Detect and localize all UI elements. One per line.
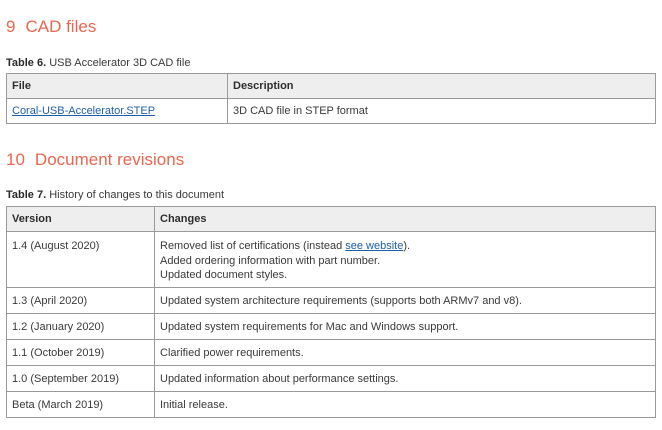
revision-history-table: Version Changes 1.4 (August 2020) Remove… — [6, 206, 656, 418]
table-caption: Table 6. USB Accelerator 3D CAD file — [6, 57, 190, 69]
column-header-description: Description — [227, 73, 656, 99]
table-cell-changes: Removed list of certifications (instead … — [154, 231, 656, 288]
table-row: Beta (March 2019) Initial release. — [6, 391, 656, 418]
section-heading-document-revisions: 10 Document revisions — [6, 150, 184, 170]
change-line: Updated document styles. — [160, 269, 288, 281]
table-header-row: Version Changes — [6, 206, 656, 232]
table-cell-version: 1.0 (September 2019) — [6, 365, 155, 392]
change-text: ). — [403, 240, 411, 252]
table-row: 1.0 (September 2019) Updated information… — [6, 365, 656, 392]
cad-files-table: File Description Coral-USB-Accelerator.S… — [6, 73, 656, 124]
change-line: Removed list of certifications (instead … — [160, 239, 650, 254]
table-cell-changes: Updated system architecture requirements… — [154, 287, 656, 314]
table-cell-changes: Updated system requirements for Mac and … — [154, 313, 656, 340]
change-line: Added ordering information with part num… — [160, 254, 381, 267]
section-title: CAD files — [25, 17, 97, 36]
table-cell-changes: Updated information about performance se… — [154, 365, 656, 392]
column-header-version: Version — [6, 206, 155, 232]
table-row: 1.1 (October 2019) Clarified power requi… — [6, 339, 656, 366]
table-cell-description: 3D CAD file in STEP format — [227, 98, 656, 124]
cad-file-link[interactable]: Coral-USB-Accelerator.STEP — [12, 105, 155, 117]
table-cell-file: Coral-USB-Accelerator.STEP — [6, 98, 228, 124]
table-row: Coral-USB-Accelerator.STEP 3D CAD file i… — [6, 98, 656, 124]
table-cell-version: 1.4 (August 2020) — [6, 231, 155, 288]
see-website-link[interactable]: see website — [345, 240, 403, 252]
table-header-row: File Description — [6, 73, 656, 99]
section-title: Document revisions — [34, 150, 185, 169]
table-cell-version: 1.2 (January 2020) — [6, 313, 155, 340]
table-row: 1.4 (August 2020) Removed list of certif… — [6, 231, 656, 288]
section-number: 9 — [6, 17, 16, 36]
table-cell-changes: Initial release. — [154, 391, 656, 418]
table-cell-version: Beta (March 2019) — [6, 391, 155, 418]
table-caption: Table 7. History of changes to this docu… — [6, 189, 224, 201]
table-caption-label: Table 7. — [6, 189, 47, 201]
table-cell-changes: Clarified power requirements. — [154, 339, 656, 366]
table-caption-text: USB Accelerator 3D CAD file — [49, 57, 191, 69]
section-number: 10 — [6, 150, 25, 169]
table-cell-version: 1.1 (October 2019) — [6, 339, 155, 366]
table-row: 1.3 (April 2020) Updated system architec… — [6, 287, 656, 314]
column-header-file: File — [6, 73, 228, 99]
section-heading-cad-files: 9 CAD files — [6, 17, 96, 37]
table-row: 1.2 (January 2020) Updated system requir… — [6, 313, 656, 340]
change-text: Removed list of certifications (instead — [160, 240, 346, 252]
table-caption-text: History of changes to this document — [49, 189, 225, 201]
column-header-changes: Changes — [154, 206, 656, 232]
table-caption-label: Table 6. — [6, 57, 47, 69]
table-cell-version: 1.3 (April 2020) — [6, 287, 155, 314]
